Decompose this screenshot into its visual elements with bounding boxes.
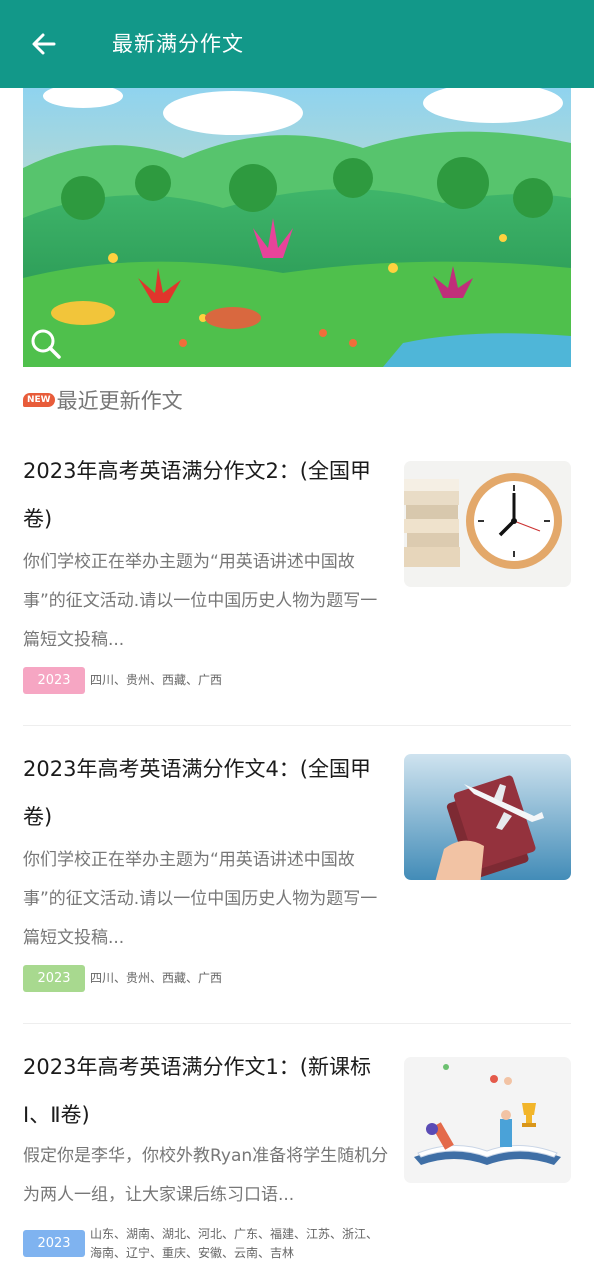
article-thumbnail[interactable] xyxy=(404,1057,571,1183)
article-card[interactable]: 2023年高考英语满分作文4：(全国甲卷) 你们学校正在举办主题为“用英语讲述中… xyxy=(23,745,571,995)
article-thumbnail[interactable] xyxy=(404,754,571,880)
region-list: 四川、贵州、西藏、广西 xyxy=(90,673,223,687)
year-tag: 2023 xyxy=(23,965,85,992)
article-meta: 2023 山东、湖南、湖北、河北、广东、福建、江苏、浙江、海南、辽宁、重庆、安徽… xyxy=(23,1225,385,1263)
arrow-left-icon xyxy=(32,33,56,55)
article-title: 2023年高考英语满分作文4：(全国甲卷) xyxy=(23,757,371,829)
article-description: 你们学校正在举办主题为“用英语讲述中国故事”的征文活动.请以一位中国历史人物为题… xyxy=(23,850,378,948)
zoom-icon[interactable] xyxy=(29,327,63,361)
jungle-illustration xyxy=(23,88,571,367)
divider xyxy=(23,725,571,726)
year-tag: 2023 xyxy=(23,667,85,694)
new-badge: NEW xyxy=(23,393,55,407)
article-title: 2023年高考英语满分作文1：(新课标Ⅰ、Ⅱ卷) xyxy=(23,1055,371,1127)
banner-image[interactable] xyxy=(23,88,571,367)
section-title: 最近更新作文 xyxy=(56,389,183,413)
clock-icon xyxy=(404,473,562,569)
book-icon xyxy=(414,1064,561,1165)
travel-icon xyxy=(404,754,571,880)
section-header: NEW 最近更新作文 xyxy=(23,385,183,415)
page-title: 最新满分作文 xyxy=(112,32,244,56)
back-button[interactable] xyxy=(24,26,64,62)
region-list: 山东、湖南、湖北、河北、广东、福建、江苏、浙江、海南、辽宁、重庆、安徽、云南、吉… xyxy=(90,1227,379,1260)
article-card[interactable]: 2023年高考英语满分作文2：(全国甲卷) 你们学校正在举办主题为“用英语讲述中… xyxy=(23,447,571,697)
region-list: 四川、贵州、西藏、广西 xyxy=(90,971,223,985)
app-bar: 最新满分作文 xyxy=(0,0,594,88)
article-description: 你们学校正在举办主题为“用英语讲述中国故事”的征文活动.请以一位中国历史人物为题… xyxy=(23,552,378,650)
divider xyxy=(23,1023,571,1024)
article-meta: 2023 四川、贵州、西藏、广西 xyxy=(23,965,222,992)
article-title: 2023年高考英语满分作文2：(全国甲卷) xyxy=(23,459,371,531)
article-card[interactable]: 2023年高考英语满分作文1：(新课标Ⅰ、Ⅱ卷) 假定你是李华，你校外教Ryan… xyxy=(23,1043,571,1273)
year-tag: 2023 xyxy=(23,1230,85,1257)
article-thumbnail[interactable] xyxy=(404,461,571,587)
article-meta: 2023 四川、贵州、西藏、广西 xyxy=(23,667,222,694)
article-description: 假定你是李华，你校外教Ryan准备将学生随机分为两人一组，让大家课后练习口语..… xyxy=(23,1146,389,1205)
